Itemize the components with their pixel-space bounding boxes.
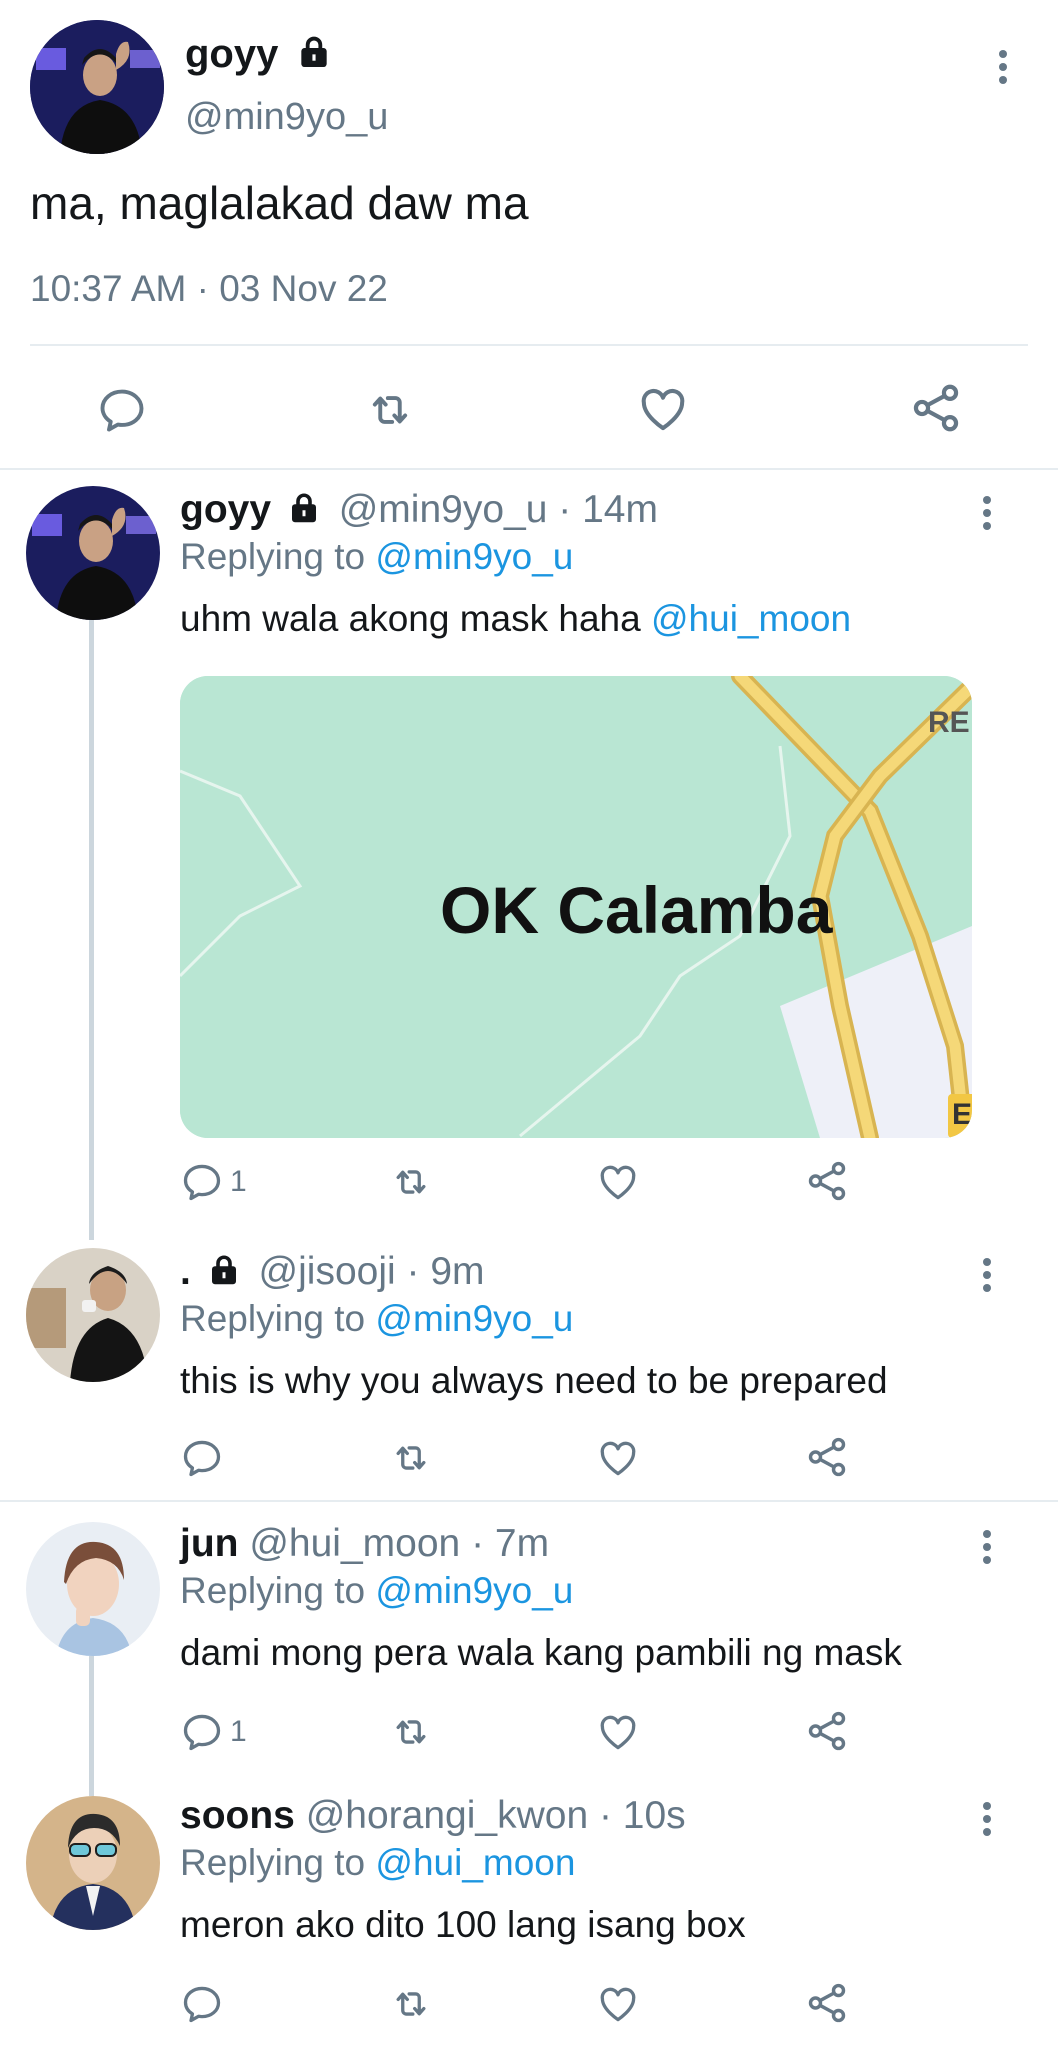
retweet-icon xyxy=(388,1710,434,1754)
display-name[interactable]: goyy xyxy=(180,488,271,531)
avatar[interactable] xyxy=(26,1796,160,1930)
tweet-age: · 9m xyxy=(406,1250,485,1293)
share-icon xyxy=(804,1980,850,2026)
map-place-label: OK Calamba xyxy=(440,873,833,947)
more-icon[interactable] xyxy=(981,1258,993,1292)
divider xyxy=(30,344,1028,346)
avatar[interactable] xyxy=(30,20,164,154)
handle[interactable]: @horangi_kwon xyxy=(306,1794,588,1837)
replying-to-link[interactable]: @min9yo_u xyxy=(375,1298,573,1339)
reply-icon xyxy=(180,1436,224,1480)
retweet-icon xyxy=(388,1982,434,2026)
reply-tweet: goyy @min9yo_u · 14m Replying to @min9yo… xyxy=(0,470,1058,1230)
like-button[interactable] xyxy=(596,1710,640,1754)
replying-to-label: Replying to xyxy=(180,1298,366,1339)
reply-text: this is why you always need to be prepar… xyxy=(180,1360,888,1401)
main-tweet: goyy @min9yo_u ma, maglalakad daw ma 10:… xyxy=(0,0,1058,468)
replying-to-link[interactable]: @min9yo_u xyxy=(375,1570,573,1611)
reply-text: meron ako dito 100 lang isang box xyxy=(180,1904,746,1945)
more-icon[interactable] xyxy=(981,1530,993,1564)
share-button[interactable] xyxy=(908,380,964,436)
retweet-button[interactable] xyxy=(388,1710,434,1754)
reply-text: uhm wala akong mask haha xyxy=(180,598,641,639)
replying-to-label: Replying to xyxy=(180,1570,366,1611)
like-icon xyxy=(596,1710,640,1754)
reply-icon xyxy=(180,1982,224,2026)
map-image[interactable]: OK Calamba RE E xyxy=(180,676,972,1138)
lock-icon xyxy=(286,490,322,526)
display-name[interactable]: goyy xyxy=(185,32,278,76)
reply-tweet: jun @hui_moon · 7m Replying to @min9yo_u… xyxy=(0,1504,1058,1774)
reply-icon xyxy=(180,1160,224,1204)
like-icon xyxy=(636,382,690,436)
like-icon xyxy=(596,1982,640,2026)
map-marker-label: E xyxy=(952,1098,972,1131)
retweet-button[interactable] xyxy=(362,384,418,436)
reply-text: dami mong pera wala kang pambili ng mask xyxy=(180,1632,902,1673)
reply-button[interactable]: 1 xyxy=(180,1710,247,1754)
reply-button[interactable] xyxy=(96,384,148,436)
replying-to-label: Replying to xyxy=(180,536,366,577)
retweet-icon xyxy=(388,1160,434,1204)
map-road-label: RE xyxy=(928,706,970,739)
share-icon xyxy=(804,1708,850,1754)
retweet-icon xyxy=(388,1436,434,1480)
tweet-age: · 14m xyxy=(558,488,658,531)
reply-tweet: soons @horangi_kwon · 10s Replying to @h… xyxy=(0,1776,1058,2048)
avatar[interactable] xyxy=(26,1522,160,1656)
reply-tweet: . @jisooji · 9m Replying to @min9yo_u th… xyxy=(0,1232,1058,1497)
like-button[interactable] xyxy=(596,1982,640,2026)
more-icon[interactable] xyxy=(981,1802,993,1836)
display-name[interactable]: soons xyxy=(180,1794,295,1837)
like-button[interactable] xyxy=(636,382,690,436)
handle[interactable]: @hui_moon xyxy=(249,1522,460,1565)
more-icon[interactable] xyxy=(981,496,993,530)
section-divider xyxy=(0,1500,1058,1502)
share-icon xyxy=(908,380,964,436)
tweet-text: ma, maglalakad daw ma xyxy=(30,177,529,229)
replying-to-link[interactable]: @hui_moon xyxy=(375,1842,575,1883)
share-button[interactable] xyxy=(804,1434,850,1480)
more-icon[interactable] xyxy=(997,50,1009,84)
like-icon xyxy=(596,1436,640,1480)
reply-button[interactable]: 1 xyxy=(180,1160,247,1204)
avatar[interactable] xyxy=(26,1248,160,1382)
retweet-button[interactable] xyxy=(388,1436,434,1480)
replying-to-label: Replying to xyxy=(180,1842,366,1883)
lock-icon xyxy=(206,1252,242,1288)
tweet-timestamp[interactable]: 10:37 AM · 03 Nov 22 xyxy=(30,268,388,310)
reply-icon xyxy=(180,1710,224,1754)
reply-count: 1 xyxy=(230,1165,247,1198)
share-button[interactable] xyxy=(804,1708,850,1754)
lock-icon xyxy=(295,33,333,71)
share-icon xyxy=(804,1434,850,1480)
reply-count: 1 xyxy=(230,1715,247,1748)
handle[interactable]: @min9yo_u xyxy=(339,488,548,531)
avatar[interactable] xyxy=(26,486,160,620)
display-name[interactable]: jun xyxy=(180,1522,238,1565)
like-button[interactable] xyxy=(596,1160,640,1204)
mention-link[interactable]: @hui_moon xyxy=(651,598,851,639)
retweet-icon xyxy=(362,384,418,436)
reply-button[interactable] xyxy=(180,1436,224,1480)
share-icon xyxy=(804,1158,850,1204)
retweet-button[interactable] xyxy=(388,1982,434,2026)
like-button[interactable] xyxy=(596,1436,640,1480)
share-button[interactable] xyxy=(804,1980,850,2026)
display-name[interactable]: . xyxy=(180,1250,191,1293)
like-icon xyxy=(596,1160,640,1204)
reply-button[interactable] xyxy=(180,1982,224,2026)
share-button[interactable] xyxy=(804,1158,850,1204)
tweet-age: · 10s xyxy=(598,1794,686,1837)
retweet-button[interactable] xyxy=(388,1160,434,1204)
reply-icon xyxy=(96,384,148,436)
replying-to-link[interactable]: @min9yo_u xyxy=(375,536,573,577)
handle[interactable]: @jisooji xyxy=(259,1250,396,1293)
handle[interactable]: @min9yo_u xyxy=(185,96,388,139)
tweet-age: · 7m xyxy=(471,1522,550,1565)
